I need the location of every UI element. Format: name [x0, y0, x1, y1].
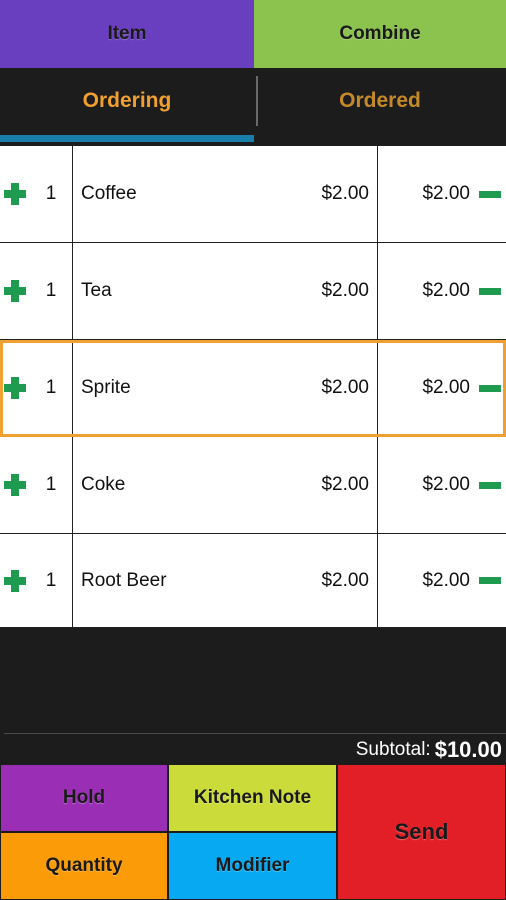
- decrease-button[interactable]: [474, 287, 506, 295]
- item-quantity: 1: [30, 146, 73, 242]
- order-row[interactable]: 1 Tea $2.00 $2.00: [0, 243, 506, 340]
- item-price: $2.00: [268, 534, 378, 627]
- increase-button[interactable]: [0, 183, 30, 205]
- plus-icon: [4, 569, 26, 592]
- item-total: $2.00: [422, 569, 470, 591]
- mode-bar: Item Combine: [0, 0, 506, 68]
- subtotal-divider: [4, 733, 506, 734]
- item-quantity: 1: [30, 340, 73, 436]
- hold-button[interactable]: Hold: [0, 764, 168, 832]
- item-quantity: 1: [30, 243, 73, 339]
- decrease-button[interactable]: [474, 384, 506, 392]
- action-panel: Hold Kitchen Note Quantity Modifier Send: [0, 764, 506, 900]
- item-name: Coffee: [81, 183, 137, 204]
- item-total: $2.00: [422, 474, 470, 495]
- send-button[interactable]: Send: [337, 764, 506, 900]
- minus-icon: [479, 287, 501, 295]
- item-total: $2.00: [422, 280, 470, 301]
- subtotal: Subtotal: $10.00: [356, 735, 502, 765]
- quantity-button[interactable]: Quantity: [0, 832, 168, 900]
- decrease-button[interactable]: [474, 190, 506, 198]
- tab-ordered[interactable]: Ordered: [254, 68, 506, 146]
- modifier-button[interactable]: Modifier: [168, 832, 337, 900]
- subtotal-value: $10.00: [434, 737, 502, 762]
- order-list: 1 Coffee $2.00 $2.00 1 Tea $2.00 $2.00 1…: [0, 146, 506, 628]
- order-row[interactable]: 1 Root Beer $2.00 $2.00: [0, 534, 506, 628]
- decrease-button[interactable]: [474, 481, 506, 489]
- plus-icon: [4, 377, 26, 399]
- order-row[interactable]: 1 Coke $2.00 $2.00: [0, 437, 506, 534]
- order-tabs: Ordering Ordered: [0, 68, 506, 146]
- item-total: $2.00: [422, 377, 470, 398]
- pos-order-screen: Item Combine Ordering Ordered 1 Coffee $…: [0, 0, 506, 900]
- increase-button[interactable]: [0, 474, 30, 496]
- item-name: Tea: [81, 280, 112, 301]
- tab-ordering[interactable]: Ordering: [0, 68, 254, 146]
- order-row[interactable]: 1 Coffee $2.00 $2.00: [0, 146, 506, 243]
- item-price: $2.00: [268, 340, 378, 436]
- combine-button[interactable]: Combine: [254, 0, 506, 68]
- item-quantity: 1: [30, 437, 73, 533]
- order-row-selected[interactable]: 1 Sprite $2.00 $2.00: [0, 340, 506, 437]
- order-list-empty-space: [0, 628, 506, 734]
- plus-icon: [4, 280, 26, 302]
- subtotal-label: Subtotal:: [355, 739, 431, 760]
- kitchen-note-button[interactable]: Kitchen Note: [168, 764, 337, 832]
- item-total: $2.00: [422, 183, 470, 204]
- item-price: $2.00: [268, 437, 378, 533]
- increase-button[interactable]: [0, 377, 30, 399]
- item-price: $2.00: [268, 146, 378, 242]
- item-name: Sprite: [81, 377, 131, 398]
- plus-icon: [4, 474, 26, 496]
- decrease-button[interactable]: [474, 577, 506, 584]
- minus-icon: [479, 577, 501, 584]
- item-name: Coke: [81, 474, 126, 495]
- plus-icon: [4, 183, 26, 205]
- item-button[interactable]: Item: [0, 0, 254, 68]
- minus-icon: [479, 481, 501, 489]
- item-name: Root Beer: [81, 569, 167, 591]
- minus-icon: [479, 384, 501, 392]
- item-price: $2.00: [268, 243, 378, 339]
- increase-button[interactable]: [0, 569, 30, 592]
- item-quantity: 1: [30, 534, 73, 627]
- minus-icon: [479, 190, 501, 198]
- increase-button[interactable]: [0, 280, 30, 302]
